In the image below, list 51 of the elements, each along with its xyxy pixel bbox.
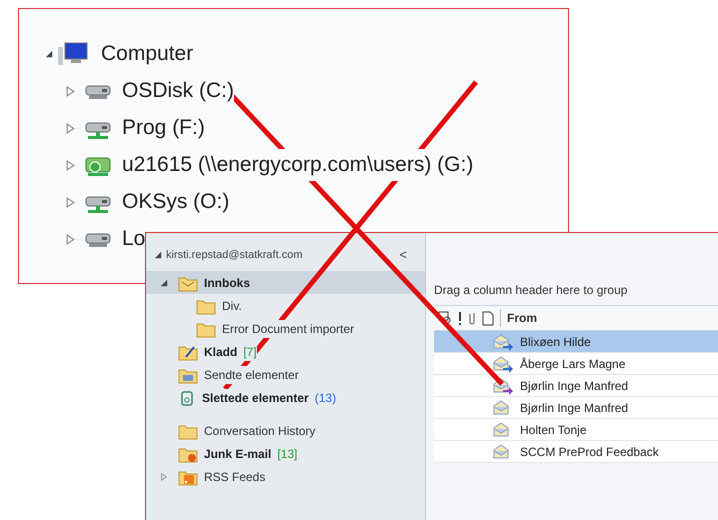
expand-arrow-icon[interactable]: [65, 234, 76, 244]
tree-item[interactable]: u21615 (\\energycorp.com\users) (G:): [45, 149, 474, 181]
expand-arrow-icon[interactable]: [65, 160, 76, 170]
message-row[interactable]: Holten Tonje: [434, 419, 718, 441]
folder-item[interactable]: Junk E-mail [13]: [146, 442, 425, 465]
expand-arrow-icon[interactable]: [65, 86, 76, 96]
folder-item[interactable]: Slettede elementer (13): [146, 386, 425, 409]
sender-name: Åberge Lars Magne: [520, 356, 626, 372]
folder-label: Error Document importer: [222, 320, 354, 338]
sender-name: Blixøen Hilde: [520, 334, 591, 350]
envelope-arrow-icon: [492, 354, 514, 372]
folder-item[interactable]: Error Document importer: [146, 317, 425, 340]
collapse-pane-button[interactable]: <: [399, 245, 407, 265]
expand-arrow-icon[interactable]: [160, 472, 168, 480]
message-row[interactable]: Blixøen Hilde: [434, 331, 718, 353]
tree-label: u21615 (\\energycorp.com\users) (G:): [122, 149, 474, 181]
envelope-arrow-icon: [492, 332, 514, 350]
account-label: kirsti.repstad@statkraft.com: [166, 248, 302, 263]
folder-item[interactable]: RSS Feeds: [146, 465, 425, 488]
group-by-hint: Drag a column header here to group: [434, 282, 628, 299]
message-row[interactable]: Bjørlin Inge Manfred: [434, 375, 718, 397]
collapse-arrow-icon[interactable]: [154, 251, 162, 259]
page-icon: [482, 310, 494, 326]
exclamation-icon: [458, 312, 462, 324]
sender-name: Bjørlin Inge Manfred: [520, 400, 628, 416]
folder-item[interactable]: Div.: [146, 294, 425, 317]
tree-item[interactable]: Prog (F:): [45, 112, 205, 144]
tree-item[interactable]: OKSys (O:): [45, 186, 230, 218]
collapse-arrow-icon[interactable]: [160, 278, 168, 286]
tree-item[interactable]: OSDisk (C:): [45, 75, 234, 107]
tree-item[interactable]: Computer: [45, 38, 194, 70]
sender-name: Bjørlin Inge Manfred: [520, 378, 628, 394]
column-header[interactable]: From: [500, 309, 537, 327]
envelope-arrow-icon: [492, 376, 514, 394]
folder-item[interactable]: Kladd [7]: [146, 340, 425, 363]
folder-item[interactable]: Sendte elementer: [146, 363, 425, 386]
paperclip-icon: [468, 311, 476, 325]
sender-name: Holten Tonje: [520, 422, 586, 438]
folder-label: Sendte elementer: [204, 366, 299, 384]
expand-arrow-icon[interactable]: [65, 196, 76, 208]
message-row[interactable]: SCCM PreProd Feedback: [434, 441, 718, 463]
message-row[interactable]: Åberge Lars Magne: [434, 353, 718, 375]
folder-item[interactable]: Conversation History: [146, 419, 425, 442]
collapse-arrow-icon[interactable]: [45, 50, 53, 58]
computer-icon: [57, 41, 89, 67]
message-row[interactable]: Bjørlin Inge Manfred: [434, 397, 718, 419]
tree-item[interactable]: Lo: [45, 223, 146, 255]
tree-label: Computer: [101, 41, 194, 68]
sender-name: SCCM PreProd Feedback: [520, 444, 659, 460]
expand-arrow-icon[interactable]: [65, 122, 76, 134]
folder-item[interactable]: Innboks: [146, 271, 425, 294]
